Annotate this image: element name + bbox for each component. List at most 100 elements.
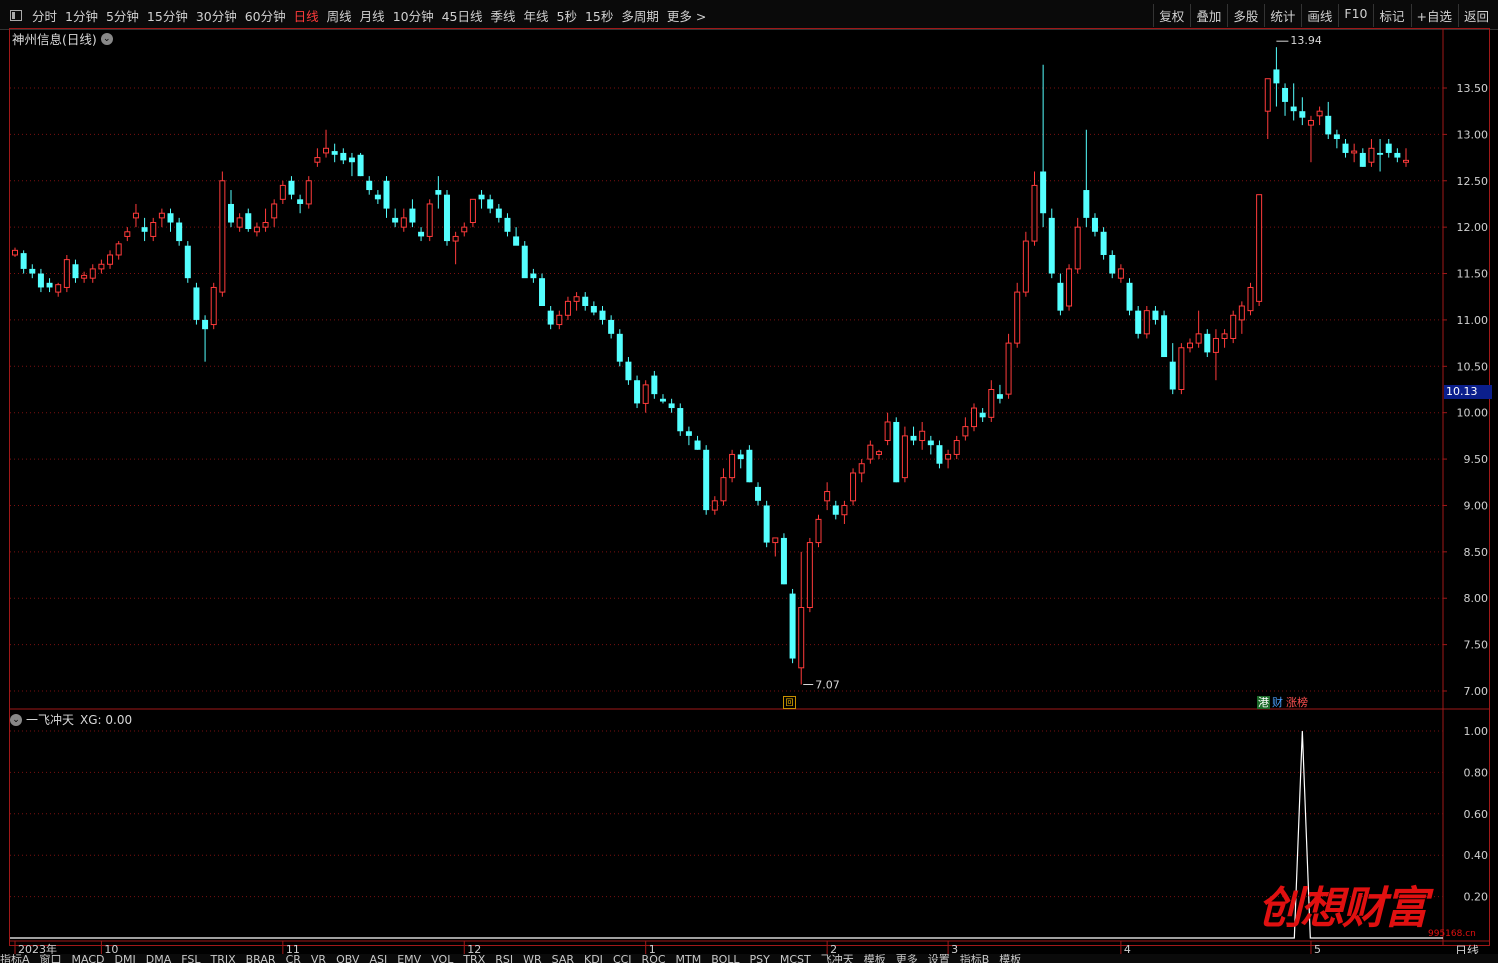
candle-body [539,278,546,307]
indicator-tab[interactable]: VR [311,954,326,963]
indicator-tab[interactable]: 窗口 [40,954,62,963]
indicator-tab[interactable]: RSI [495,954,513,963]
candle-body [98,263,105,270]
candle-body [253,226,260,233]
indicator-tab[interactable]: 模板 [999,954,1021,963]
candle-body [1126,282,1133,311]
candle [1014,282,1021,348]
candle [677,403,684,436]
candle [504,213,511,237]
indicator-tab[interactable]: DMI [115,954,136,963]
indicator-tab[interactable]: DMA [146,954,172,963]
candle-body [323,147,330,154]
indicator-tab[interactable]: FSL [181,954,200,963]
indicator-tab[interactable]: PSY [750,954,770,963]
candle [418,227,425,242]
price-tick-label: 10.00 [1457,407,1489,420]
candle-body [780,537,787,585]
candle [806,537,813,613]
candle-body [651,375,658,395]
indicator-tab[interactable]: 设置 [928,954,950,963]
candle-body [469,198,476,224]
price-tick-label: 9.50 [1464,453,1489,466]
candle-body [694,440,701,450]
candle [988,380,995,422]
candle-body [132,212,139,219]
indicator-tab[interactable]: MTM [676,954,702,963]
indicator-tab[interactable]: KDJ [584,954,603,963]
chevron-down-icon[interactable]: ⌄ [10,713,22,726]
indicator-tab[interactable]: SAR [552,954,574,963]
indicator-tab[interactable]: MCST [780,954,811,963]
candle-body [107,254,114,265]
candle-body [400,217,407,228]
indicator-tab[interactable]: CR [286,954,301,963]
candle [400,208,407,232]
candle-body [806,542,813,609]
indicator-tab[interactable]: 指标A [0,954,30,963]
candle-body [1212,337,1219,353]
candle-body [893,421,900,483]
indicator-tab[interactable]: 飞冲天 [821,954,854,963]
indicator-tab[interactable]: MACD [72,954,105,963]
indicator-tab[interactable]: TRX [463,954,485,963]
event-marker-icon[interactable]: 回 [783,696,796,709]
candle [858,459,865,483]
chart-title[interactable]: 神州信息(日线) ⌄ [12,29,113,48]
candle-body [227,203,234,223]
indicator-title[interactable]: ⌄ 一飞冲天 XG: 0.00 [10,711,132,728]
candle-body [409,208,416,223]
candle-body [1048,217,1055,274]
candle-body [884,421,891,442]
candle-body [815,518,822,544]
candle-body [685,431,692,436]
indicator-tab[interactable]: ROC [642,954,666,963]
indicator-tick-label: 0.80 [1464,766,1489,779]
candle-body [1109,254,1116,274]
candle [1083,129,1090,228]
candle-body [210,286,217,326]
finance-tag[interactable]: 财 [1272,696,1283,709]
chart-canvas[interactable]: 13.50 13.00 12.50 12.00 11.50 11.00 10.50 10.00… [0,0,1498,963]
candle [746,445,753,483]
indicator-tab[interactable]: ASI [369,954,387,963]
candle-body [1238,305,1245,321]
indicator-tab[interactable]: EMV [397,954,421,963]
candle-body [202,319,209,330]
candle-body [547,310,554,325]
candle [832,500,839,520]
candle-body [755,486,762,501]
indicator-tab[interactable]: BRAR [246,954,276,963]
candle-body [124,231,131,237]
indicator-tab[interactable]: 模板 [864,954,886,963]
indicator-tab[interactable]: BOLL [711,954,739,963]
indicator-tab[interactable]: CCI [613,954,632,963]
indicator-tab[interactable]: OBV [336,954,359,963]
candle [564,296,571,320]
candle-body [12,249,18,256]
candle [642,380,649,413]
candle-body [366,180,373,191]
candle-body [374,194,381,200]
indicator-tab[interactable]: VOL [431,954,453,963]
candle-body [1204,333,1211,353]
candle [694,435,701,450]
candle [1377,139,1384,172]
candle [271,199,278,228]
indicator-tab[interactable]: 指标B [960,954,990,963]
candle-body [1282,88,1289,102]
chevron-down-icon[interactable]: ⌄ [100,32,113,45]
price-tick-label: 11.00 [1457,314,1489,327]
candle [115,241,122,260]
candle-body [1221,333,1228,339]
candle [789,588,796,664]
hk-connect-tag[interactable]: 港 [1257,696,1270,709]
candle-body [1031,184,1038,242]
candle-body [608,319,615,334]
indicator-tab[interactable]: TRIX [210,954,235,963]
indicator-tab[interactable]: 更多 [896,954,918,963]
indicator-tab[interactable]: WR [523,954,542,963]
gainers-list-tag[interactable]: 涨榜 [1286,696,1308,709]
candle [236,213,243,232]
candle-body [288,180,295,195]
